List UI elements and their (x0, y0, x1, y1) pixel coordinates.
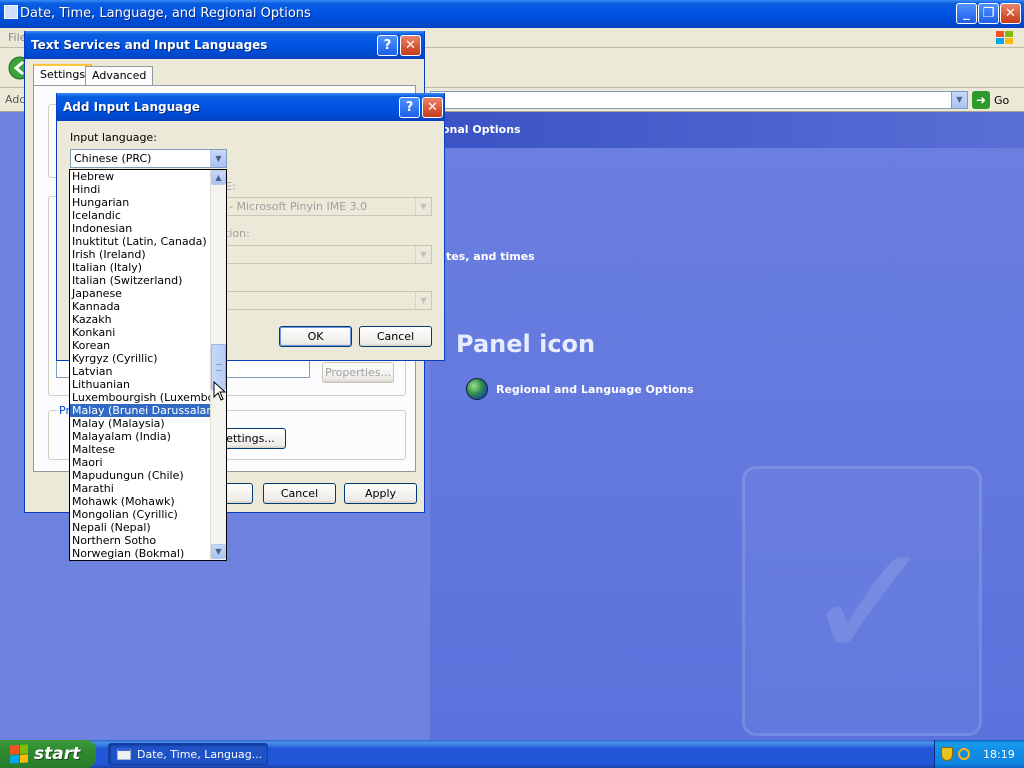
language-options: Hebrew Hindi Hungarian Icelandic Indonesian I… (70, 170, 211, 560)
ail-ok-button[interactable]: OK (279, 326, 352, 347)
search-icon[interactable] (958, 748, 970, 760)
globe-icon (466, 378, 488, 400)
language-option[interactable]: Inuktitut (Latin, Canada) (70, 235, 211, 248)
language-option[interactable]: Hebrew (70, 170, 211, 183)
ts-titlebar[interactable]: Text Services and Input Languages ? ✕ (25, 31, 424, 59)
ts-title: Text Services and Input Languages (31, 38, 268, 52)
minimize-icon[interactable]: _ (956, 3, 977, 24)
taskbar: start Date, Time, Languag... 18:19 (0, 740, 1024, 768)
dropdown-scrollbar[interactable]: ▲ ▼ (210, 170, 226, 560)
second-combo[interactable]: ▼ (225, 245, 432, 264)
input-language-dropdown-list[interactable]: Hebrew Hindi Hungarian Icelandic Indonesian I… (69, 169, 227, 561)
language-option[interactable]: Indonesian (70, 222, 211, 235)
language-option[interactable]: Kazakh (70, 313, 211, 326)
language-option[interactable]: Hungarian (70, 196, 211, 209)
language-option[interactable]: Nepali (Nepal) (70, 521, 211, 534)
language-option[interactable]: Northern Sotho (70, 534, 211, 547)
chevron-down-icon: ▼ (415, 292, 431, 309)
close-icon[interactable]: ✕ (400, 35, 421, 56)
content-banner: onal Options (430, 112, 1024, 148)
ail-titlebar[interactable]: Add Input Language ? ✕ (57, 93, 444, 121)
clock: 18:19 (983, 747, 1015, 761)
go-label: Go (994, 93, 1010, 107)
language-option[interactable]: Mongolian (Cyrillic) (70, 508, 211, 521)
layout-value: - Microsoft Pinyin IME 3.0 (229, 200, 368, 213)
restore-icon[interactable]: ❐ (978, 3, 999, 24)
taskbar-window-label: Date, Time, Languag... (137, 747, 263, 761)
language-option[interactable]: Hindi (70, 183, 211, 196)
input-language-label: Input language: (70, 131, 157, 144)
language-option[interactable]: Maori (70, 456, 211, 469)
ail-title: Add Input Language (63, 100, 200, 114)
address-input[interactable]: ▼ (430, 91, 968, 109)
language-option[interactable]: Maltese (70, 443, 211, 456)
section-heading: Panel icon (456, 330, 596, 358)
regional-language-options-link[interactable]: Regional and Language Options (466, 378, 694, 400)
banner-text: onal Options (442, 123, 521, 136)
content-area: tes, and times Panel icon Regional and L… (430, 148, 1024, 740)
language-option[interactable]: Marathi (70, 482, 211, 495)
windows-logo-icon (10, 744, 28, 764)
watermark-graphic (742, 466, 982, 736)
chevron-down-icon[interactable]: ▼ (951, 92, 967, 108)
chevron-down-icon: ▼ (415, 246, 431, 263)
language-option[interactable]: Italian (Switzerland) (70, 274, 211, 287)
properties-button[interactable]: Properties... (322, 362, 394, 383)
chevron-down-icon[interactable]: ▼ (210, 150, 226, 167)
language-option[interactable]: Malay (Brunei Darussalam) (70, 404, 211, 417)
window-icon (117, 748, 131, 760)
cp-item-label: Regional and Language Options (496, 382, 694, 396)
language-option[interactable]: Irish (Ireland) (70, 248, 211, 261)
taskbar-window-button[interactable]: Date, Time, Languag... (108, 743, 268, 765)
close-icon[interactable]: ✕ (422, 97, 443, 118)
ail-cancel-button[interactable]: Cancel (359, 326, 432, 347)
apply-button[interactable]: Apply (344, 483, 417, 504)
task-link[interactable]: tes, and times (446, 250, 535, 263)
close-icon[interactable]: ✕ (1000, 3, 1021, 24)
language-option[interactable]: Konkani (70, 326, 211, 339)
help-icon[interactable]: ? (399, 97, 420, 118)
language-option[interactable]: Luxembourgish (Luxembourg) (70, 391, 211, 404)
windows-flag-icon (996, 31, 1013, 44)
language-option[interactable]: Japanese (70, 287, 211, 300)
language-option[interactable]: Kannada (70, 300, 211, 313)
cancel-button[interactable]: Cancel (263, 483, 336, 504)
language-option[interactable]: Norwegian (Bokmal) (70, 547, 211, 560)
input-language-value: Chinese (PRC) (74, 152, 152, 165)
language-option[interactable]: Korean (70, 339, 211, 352)
scroll-down-icon[interactable]: ▼ (211, 544, 226, 559)
thumb-grip (216, 364, 222, 371)
help-icon[interactable]: ? (377, 35, 398, 56)
language-option[interactable]: Mapudungun (Chile) (70, 469, 211, 482)
window-app-icon (4, 5, 18, 19)
go-arrow-icon: ➜ (972, 91, 990, 109)
layout-combo[interactable]: - Microsoft Pinyin IME 3.0 ▼ (225, 197, 432, 216)
language-option[interactable]: Icelandic (70, 209, 211, 222)
language-option[interactable]: Lithuanian (70, 378, 211, 391)
main-titlebar[interactable]: Date, Time, Language, and Regional Optio… (0, 0, 1024, 28)
language-option[interactable]: Latvian (70, 365, 211, 378)
language-option[interactable]: Malay (Malaysia) (70, 417, 211, 430)
start-label: start (34, 744, 81, 764)
language-option[interactable]: Italian (Italy) (70, 261, 211, 274)
language-option[interactable]: Mohawk (Mohawk) (70, 495, 211, 508)
chevron-down-icon: ▼ (415, 198, 431, 215)
second-label: tion: (225, 227, 250, 240)
start-button[interactable]: start (0, 740, 96, 768)
system-tray: 18:19 (934, 740, 1024, 768)
input-language-combo[interactable]: Chinese (PRC) ▼ (70, 149, 227, 168)
main-window-title: Date, Time, Language, and Regional Optio… (20, 6, 311, 21)
scroll-up-icon[interactable]: ▲ (211, 170, 226, 185)
shield-icon[interactable] (941, 747, 953, 761)
tab-settings[interactable]: Settings (33, 64, 93, 86)
tab-advanced[interactable]: Advanced (85, 66, 154, 85)
third-combo[interactable]: ▼ (225, 291, 432, 310)
language-option[interactable]: Kyrgyz (Cyrillic) (70, 352, 211, 365)
mouse-cursor-icon (213, 381, 227, 401)
language-option[interactable]: Malayalam (India) (70, 430, 211, 443)
go-button[interactable]: ➜ Go (972, 91, 1009, 109)
